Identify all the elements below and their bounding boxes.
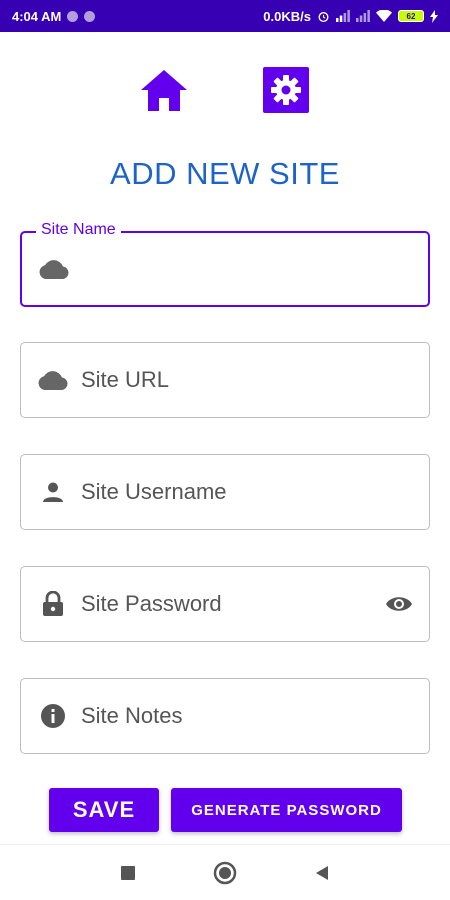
- network-speed: 0.0KB/s: [263, 8, 311, 24]
- home-icon[interactable]: [139, 66, 189, 114]
- battery-icon: 62: [398, 10, 424, 22]
- circle-icon: [213, 861, 237, 884]
- cloud-icon: [35, 369, 71, 391]
- person-icon: [35, 481, 71, 503]
- site-notes-field[interactable]: Site Notes: [20, 678, 430, 754]
- site-name-field[interactable]: Site Name: [20, 221, 430, 307]
- generate-password-button[interactable]: GENERATE PASSWORD: [171, 788, 402, 832]
- home-nav-button[interactable]: [205, 853, 245, 893]
- system-nav-bar: [0, 844, 450, 900]
- site-username-placeholder: Site Username: [81, 479, 227, 504]
- page-title: ADD NEW SITE: [110, 156, 340, 191]
- back-button[interactable]: [302, 853, 342, 893]
- settings-icon[interactable]: [261, 66, 311, 114]
- site-password-field[interactable]: Site Password: [20, 566, 430, 642]
- info-icon: [35, 703, 71, 729]
- eye-icon[interactable]: [385, 595, 413, 613]
- signal-icon: [356, 10, 370, 22]
- status-bar: 4:04 AM 0.0KB/s 62: [0, 0, 450, 32]
- status-bar-right: 0.0KB/s 62: [263, 9, 438, 24]
- site-url-placeholder: Site URL: [81, 367, 170, 392]
- save-button[interactable]: SAVE: [49, 788, 159, 832]
- site-url-field[interactable]: Site URL: [20, 342, 430, 418]
- notification-dot-icon: [67, 10, 79, 22]
- cloud-icon: [36, 258, 72, 280]
- alarm-icon: [317, 10, 330, 23]
- back-triangle-icon: [315, 865, 328, 880]
- site-notes-placeholder: Site Notes: [81, 703, 183, 728]
- site-username-field[interactable]: Site Username: [20, 454, 430, 530]
- site-password-placeholder: Site Password: [81, 591, 222, 616]
- recents-button[interactable]: [108, 853, 148, 893]
- status-time: 4:04 AM: [12, 8, 62, 24]
- lock-icon: [35, 591, 71, 617]
- site-name-label: Site Name: [36, 221, 121, 239]
- square-icon: [121, 865, 136, 880]
- wifi-icon: [376, 10, 392, 22]
- top-nav: [0, 66, 450, 114]
- charging-icon: [430, 9, 438, 23]
- status-bar-left: 4:04 AM: [12, 8, 96, 24]
- notification-dot-icon: [84, 10, 96, 22]
- signal-icon: [336, 10, 350, 22]
